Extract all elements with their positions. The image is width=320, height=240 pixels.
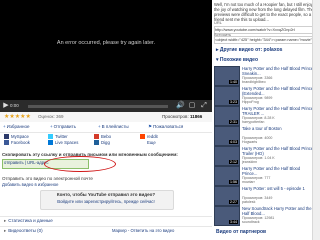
video-player[interactable]	[0, 0, 212, 112]
share-facebook[interactable]: Facebook	[11, 140, 30, 146]
duration: 3:23	[229, 100, 238, 104]
related-video-title[interactable]: Harry Potter and the Half Blood Prince S…	[242, 66, 316, 76]
report-action[interactable]: ⚑Пожаловаться	[148, 123, 183, 131]
url-label: URL	[214, 20, 223, 25]
views-count: Просмотров: 11866	[162, 113, 202, 121]
send-action[interactable]: +Отправить	[50, 123, 76, 131]
report-label: Пожаловаться	[153, 124, 184, 129]
playlist-action[interactable]: +В плейлисты	[98, 123, 129, 131]
email-sub[interactable]: Добавить видео в избранное	[2, 182, 58, 188]
signin-line-2[interactable]: Войдите или зарегистрируйтесь, прежде се…	[40, 199, 172, 205]
related-video-user[interactable]: harrypotterfan	[242, 120, 316, 124]
related-video-title[interactable]: Harry Potter: ost will 5 - episode 1	[242, 186, 316, 191]
chevron-right-icon: ▸	[4, 218, 7, 223]
plus-icon: +	[98, 124, 101, 129]
fullscreen-icon[interactable]: ⤢	[200, 102, 208, 110]
related-video-user[interactable]: mowiarr	[242, 180, 316, 184]
reddit-icon	[140, 134, 145, 139]
plus-icon: +	[50, 124, 53, 129]
views-label: Просмотров:	[162, 114, 189, 119]
related-video-user[interactable]: patolesk	[242, 200, 316, 204]
twitter-icon	[48, 134, 53, 139]
related-video-title[interactable]: Take a tour of Boston	[242, 126, 316, 131]
send-url-button[interactable]: отправить | URL-адрес	[4, 160, 48, 166]
video-thumbnail[interactable]: 1:40	[214, 66, 240, 86]
current-time: 0:00	[10, 103, 19, 108]
myspace-icon	[4, 134, 9, 139]
stats-row[interactable]: ▸ Статистика и данные	[4, 217, 53, 225]
related-header[interactable]: ▾ Похожие видео	[216, 56, 258, 64]
facebook-icon	[4, 140, 9, 145]
duration: 1:40	[229, 80, 238, 84]
flag-icon: ⚑	[148, 124, 153, 129]
partners-header[interactable]: Видео от партнеров	[216, 228, 266, 236]
duration: 2:12	[229, 160, 238, 164]
volume-icon[interactable]: 🔊	[176, 102, 185, 110]
related-video-user[interactable]: brandbigbilbeo	[242, 80, 316, 84]
livespaces-icon	[48, 140, 53, 145]
related-video-title[interactable]: Harry Potter and the Half Blood Prince (…	[242, 86, 316, 96]
play-icon[interactable]: ▶	[2, 102, 10, 110]
related-video-user[interactable]: HippoFrog	[242, 100, 316, 104]
related-video-title[interactable]: New Soundtrack Harry Potter and the Half…	[242, 206, 316, 216]
share-more[interactable]: Еще	[147, 140, 156, 146]
related-video-user[interactable]: soundtrack	[242, 220, 316, 224]
duration: 1:56	[229, 180, 238, 184]
video-thumbnail[interactable]: 1:56	[214, 166, 240, 186]
chevron-right-icon: ▸	[4, 228, 7, 233]
more-from-header[interactable]: ▸ Другие видео от: polaxos	[216, 46, 282, 54]
highlight-oval	[44, 156, 116, 172]
related-label: Похожие видео	[219, 57, 259, 63]
rating-stars[interactable]: ★★★★★	[4, 113, 31, 121]
playlist-label: В плейлисты	[101, 124, 129, 129]
duration: 2:27	[229, 200, 238, 204]
player-error-message: An error occurred, please try again late…	[56, 40, 156, 46]
embed-field[interactable]: <object width="425" height="344"><param …	[214, 36, 318, 44]
share-digg[interactable]: Digg	[101, 140, 110, 146]
share-livespaces[interactable]: Live Spaces	[55, 140, 78, 146]
favorite-action[interactable]: +Избранное	[3, 123, 29, 131]
video-description: Well, I'm not too much of a Hoopier fan,…	[214, 2, 314, 22]
scrollbar[interactable]	[312, 0, 320, 240]
related-video-title[interactable]: Harry Potter and the Half Blood Prince..…	[242, 166, 316, 176]
related-video-user[interactable]: jeanskinn	[242, 160, 316, 164]
duration: 2:31	[229, 120, 238, 124]
video-thumbnail[interactable]: 2:31	[214, 106, 240, 126]
related-video-title[interactable]: Harry Potter and the Half Blood Prince -…	[242, 106, 316, 116]
video-thumbnail[interactable]: 3:44	[214, 206, 240, 226]
favorite-label: Избранное	[6, 124, 30, 129]
more-from-label: Другие видео от: polaxos	[219, 47, 283, 53]
video-thumbnail[interactable]: 2:27	[214, 186, 240, 206]
video-thumbnail[interactable]: 2:12	[214, 146, 240, 166]
video-responses-right-link[interactable]: Маркер - Ответить на это видео	[112, 227, 174, 235]
views-value: 11866	[189, 114, 203, 119]
stats-label: Статистика и данные	[8, 218, 53, 223]
plus-icon: +	[3, 124, 6, 129]
video-responses-label: Видеоответы (0)	[8, 228, 43, 233]
related-video-user[interactable]: Hogwarts	[242, 140, 316, 144]
video-thumbnail[interactable]: 3:23	[214, 86, 240, 106]
seek-bar[interactable]	[28, 105, 168, 108]
window-icon[interactable]: ▢	[188, 102, 196, 110]
signin-line-1: Конто, чтобы YouTube отправил это видео?	[56, 192, 156, 197]
related-video-title[interactable]: Harry Potter and the Half Blood Prince T…	[242, 146, 316, 156]
video-responses-row[interactable]: ▸ Видеоответы (0)	[4, 227, 43, 235]
digg-icon	[94, 140, 99, 145]
video-thumbnail[interactable]: 4:03	[214, 126, 240, 146]
send-label: Отправить	[53, 124, 76, 129]
duration: 3:44	[229, 220, 238, 224]
ratings-count: Оценок: 369	[38, 114, 64, 119]
bebo-icon	[94, 134, 99, 139]
duration: 4:03	[229, 140, 238, 144]
